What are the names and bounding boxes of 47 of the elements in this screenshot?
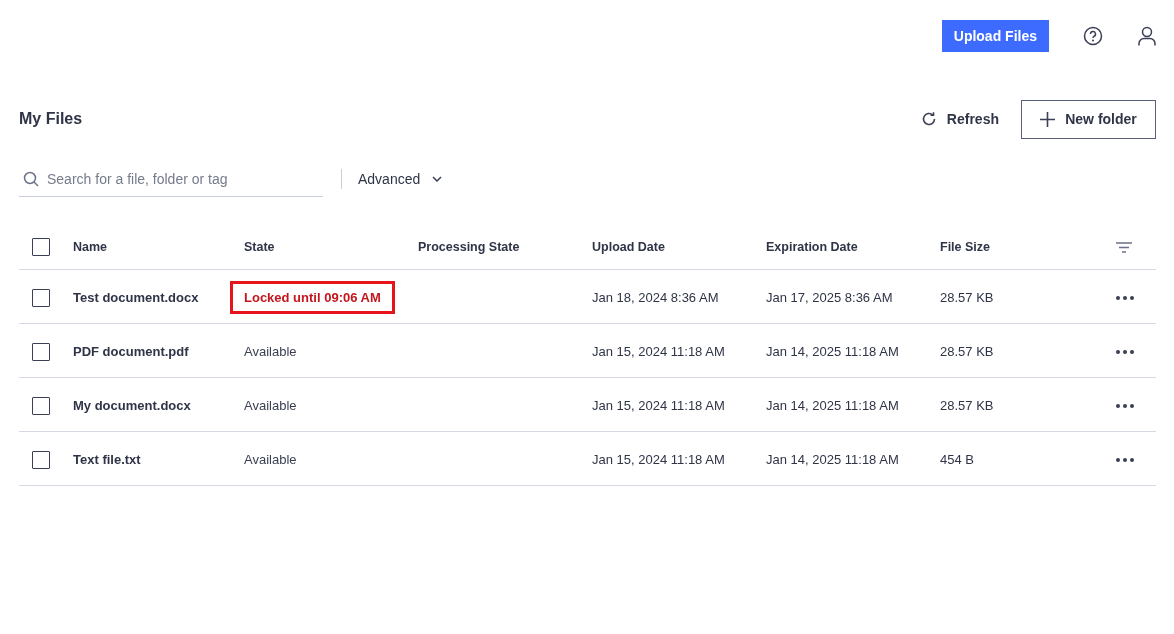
- expiration-date: Jan 14, 2025 11:18 AM: [766, 344, 899, 359]
- page-title: My Files: [19, 110, 84, 128]
- checkbox[interactable]: [32, 288, 50, 307]
- file-state: Locked until 09:06 AM: [233, 284, 392, 311]
- expiration-date: Jan 14, 2025 11:18 AM: [766, 452, 899, 467]
- new-folder-button[interactable]: New folder: [1021, 99, 1156, 139]
- file-name[interactable]: Test document.docx: [73, 290, 199, 305]
- upload-date: Jan 18, 2024 8:36 AM: [592, 290, 719, 305]
- refresh-button[interactable]: Refresh: [920, 111, 999, 127]
- checkbox[interactable]: [32, 238, 50, 256]
- file-name[interactable]: PDF document.pdf: [73, 344, 189, 359]
- column-header[interactable]: File Size: [940, 240, 991, 254]
- user-icon[interactable]: [1138, 25, 1156, 46]
- more-options-icon[interactable]: [1116, 457, 1134, 462]
- upload-date: Jan 15, 2024 11:18 AM: [592, 398, 725, 413]
- checkbox[interactable]: [32, 342, 50, 361]
- file-size: 454 B: [940, 452, 974, 467]
- checkbox[interactable]: [32, 396, 50, 415]
- expiration-date: Jan 17, 2025 8:36 AM: [766, 290, 893, 305]
- more-options-icon[interactable]: [1116, 403, 1134, 408]
- refresh-icon: [920, 111, 937, 127]
- upload-date: Jan 15, 2024 11:18 AM: [592, 452, 725, 467]
- help-icon[interactable]: [1083, 25, 1103, 46]
- more-options-icon[interactable]: [1116, 295, 1134, 300]
- column-header[interactable]: Expiration Date: [766, 240, 858, 254]
- file-state: Available: [244, 344, 297, 359]
- column-header[interactable]: Processing State: [418, 240, 520, 254]
- column-header[interactable]: State: [244, 240, 275, 254]
- file-name[interactable]: My document.docx: [73, 398, 191, 413]
- file-size: 28.57 KB: [940, 344, 994, 359]
- filter-icon[interactable]: [1116, 241, 1132, 253]
- chevron-down-icon: [432, 176, 443, 182]
- upload-date: Jan 15, 2024 11:18 AM: [592, 344, 725, 359]
- advanced-button[interactable]: Advanced: [358, 171, 443, 187]
- expiration-date: Jan 14, 2025 11:18 AM: [766, 398, 899, 413]
- search-icon: [23, 170, 39, 187]
- more-options-icon[interactable]: [1116, 349, 1134, 354]
- column-header[interactable]: Name: [73, 240, 108, 254]
- upload-files-button[interactable]: Upload Files: [941, 19, 1049, 52]
- file-size: 28.57 KB: [940, 290, 994, 305]
- file-size: 28.57 KB: [940, 398, 994, 413]
- column-header[interactable]: Upload Date: [592, 240, 665, 254]
- file-state: Available: [244, 452, 297, 467]
- file-name[interactable]: Text file.txt: [73, 452, 141, 467]
- checkbox[interactable]: [32, 450, 50, 469]
- file-state: Available: [244, 398, 297, 413]
- plus-icon: [1040, 111, 1056, 127]
